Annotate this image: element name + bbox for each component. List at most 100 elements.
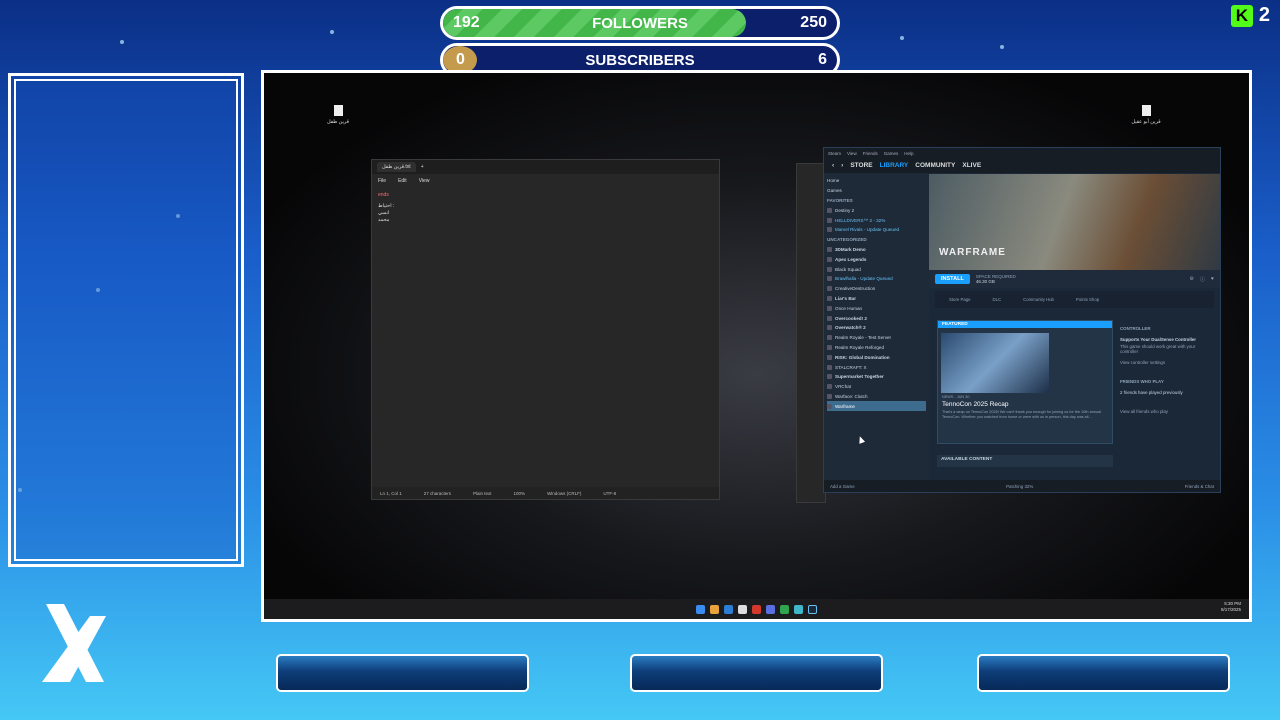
- notepad-window[interactable]: قرين طفل.txt + File Edit View ends احتيا…: [371, 159, 720, 500]
- link-points-shop[interactable]: Points Shop: [1076, 297, 1099, 302]
- file-explorer-icon[interactable]: [710, 604, 719, 614]
- library-game-item[interactable]: STALCRAFT: X: [827, 362, 926, 372]
- steam-window[interactable]: Steam View Friends Games Help ‹ › STORE …: [823, 147, 1221, 493]
- uncategorized-header[interactable]: UNCATEGORIZED: [827, 235, 926, 245]
- library-game-name: Brawlhalla - Update Queued: [835, 276, 893, 282]
- steam-taskbar-icon[interactable]: [808, 604, 817, 614]
- notepad-tab[interactable]: قرين طفل.txt: [377, 162, 416, 172]
- link-dlc[interactable]: DLC: [993, 297, 1002, 302]
- nav-library[interactable]: LIBRARY: [880, 162, 909, 169]
- menu-edit[interactable]: Edit: [398, 178, 407, 184]
- library-game-item[interactable]: Once Human: [827, 303, 926, 313]
- library-game-name: HELLDIVERS™ 2 - 32%: [835, 217, 886, 223]
- featured-image: [941, 333, 1049, 393]
- library-game-item[interactable]: 3DMark Demo: [827, 245, 926, 255]
- game-icon: [827, 335, 832, 341]
- controller-settings-link[interactable]: View controller settings: [1120, 360, 1208, 365]
- game-icon: [827, 315, 832, 321]
- followers-label: FOLLOWERS: [592, 14, 688, 32]
- game-icon: [827, 256, 832, 262]
- library-game-item[interactable]: Marvel Rivals - Update Queued: [827, 225, 926, 235]
- library-game-item[interactable]: Supermarket Together: [827, 372, 926, 382]
- download-status[interactable]: Patching: [1006, 484, 1023, 489]
- menu-file[interactable]: File: [378, 178, 386, 184]
- desktop-file-icon[interactable]: قرين أبو عقيل: [1126, 105, 1166, 125]
- library-game-item[interactable]: Liar's Bar: [827, 294, 926, 304]
- library-game-item[interactable]: CreativeDestruction: [827, 284, 926, 294]
- steam-footer: Add a Game Patching 32% Friends & Chat: [824, 480, 1220, 492]
- nav-xlive[interactable]: XLIVE: [962, 162, 981, 169]
- notepad-taskbar-icon[interactable]: [794, 604, 803, 614]
- subscribers-goal: 6: [818, 51, 827, 68]
- text-line: ends: [378, 192, 389, 198]
- discord-icon[interactable]: [766, 604, 775, 614]
- library-game-item[interactable]: RISK: Global Domination: [827, 352, 926, 362]
- nav-community[interactable]: COMMUNITY: [915, 162, 955, 169]
- library-game-item[interactable]: Warframe: [827, 401, 926, 412]
- library-game-item[interactable]: Warface: Clutch: [827, 392, 926, 402]
- game-links: Store Page DLC Community Hub Points Shop: [935, 291, 1214, 308]
- notepad-text-area[interactable]: ends احتياط : انسي محمد: [372, 187, 719, 229]
- heart-icon[interactable]: ♥: [1211, 276, 1214, 282]
- kick-brand: K 2: [1230, 4, 1270, 27]
- library-game-item[interactable]: Black Squad: [827, 264, 926, 274]
- featured-news-card[interactable]: FEATURED NEWS - JUN 30 TennoCon 2025 Rec…: [937, 320, 1113, 444]
- library-game-name: Once Human: [835, 305, 863, 311]
- games-filter[interactable]: Games: [827, 186, 926, 196]
- back-arrow-icon[interactable]: ‹: [832, 162, 834, 169]
- install-button[interactable]: INSTALL: [935, 274, 970, 284]
- menu-games[interactable]: Games: [884, 151, 899, 156]
- gear-icon[interactable]: ⚙: [1190, 276, 1194, 282]
- library-game-item[interactable]: Apex Legends: [827, 254, 926, 264]
- game-icon: [827, 217, 832, 223]
- add-game-button[interactable]: Add a Game: [830, 484, 855, 489]
- friends-link[interactable]: View all friends who play: [1120, 409, 1208, 414]
- store-icon[interactable]: [738, 604, 747, 614]
- kick-logo-icon: K: [1230, 4, 1253, 27]
- library-game-item[interactable]: Overcooked! 2: [827, 313, 926, 323]
- library-game-item[interactable]: Destiny 2: [827, 205, 926, 215]
- menu-friends[interactable]: Friends: [863, 151, 878, 156]
- nav-store[interactable]: STORE: [850, 162, 872, 169]
- sparkle: [330, 30, 334, 34]
- menu-help[interactable]: Help: [904, 151, 913, 156]
- library-game-name: RISK: Global Domination: [835, 354, 890, 360]
- controller-title: Supports Your DualSense Controller: [1120, 337, 1196, 342]
- friends-chat-button[interactable]: Friends & Chat: [1185, 484, 1214, 489]
- available-content[interactable]: AVAILABLE CONTENT: [937, 455, 1113, 467]
- link-community-hub[interactable]: Community Hub: [1023, 297, 1054, 302]
- desktop-file-icon[interactable]: قرين طفل: [318, 105, 358, 125]
- forward-arrow-icon[interactable]: ›: [841, 162, 843, 169]
- library-game-name: Supermarket Together: [835, 374, 884, 380]
- edge-icon[interactable]: [724, 604, 733, 614]
- library-game-item[interactable]: Realm Royale Reforged: [827, 343, 926, 353]
- game-hero-image: WARFRAME: [929, 174, 1220, 270]
- screen-capture: قرين طفل قرين أبو عقيل قرين طفل.txt + Fi…: [261, 70, 1252, 622]
- library-home[interactable]: Home: [827, 176, 926, 186]
- menu-view[interactable]: View: [847, 151, 857, 156]
- library-game-item[interactable]: VRChat: [827, 382, 926, 392]
- menu-steam[interactable]: Steam: [828, 151, 841, 156]
- library-game-item[interactable]: Brawlhalla - Update Queued: [827, 274, 926, 284]
- info-icon[interactable]: ⓘ: [1200, 276, 1205, 283]
- brave-icon[interactable]: [752, 604, 761, 614]
- system-clock[interactable]: 5:30 PM 8/17/2025: [1221, 601, 1241, 613]
- menu-view[interactable]: View: [419, 178, 430, 184]
- clock-date: 8/17/2025: [1220, 607, 1241, 612]
- library-game-name: Realm Royale - Test Server: [835, 335, 892, 341]
- windows-taskbar: 5:30 PM 8/17/2025: [264, 599, 1249, 619]
- overlay-button-left[interactable]: [276, 654, 529, 692]
- overlay-button-center[interactable]: [630, 654, 883, 692]
- app-icon[interactable]: [780, 604, 789, 614]
- library-game-name: VRChat: [835, 384, 852, 390]
- overlay-button-right[interactable]: [977, 654, 1230, 692]
- friends-header: FRIENDS WHO PLAY: [1120, 379, 1164, 384]
- start-icon[interactable]: [696, 604, 705, 614]
- library-game-item[interactable]: HELLDIVERS™ 2 - 32%: [827, 215, 926, 225]
- link-store-page[interactable]: Store Page: [949, 297, 971, 302]
- library-game-item[interactable]: Overwatch® 2: [827, 323, 926, 333]
- new-tab-icon[interactable]: +: [421, 164, 424, 170]
- library-game-item[interactable]: Realm Royale - Test Server: [827, 333, 926, 343]
- library-game-name: Destiny 2: [835, 207, 855, 213]
- favorites-header[interactable]: FAVORITES: [827, 196, 926, 206]
